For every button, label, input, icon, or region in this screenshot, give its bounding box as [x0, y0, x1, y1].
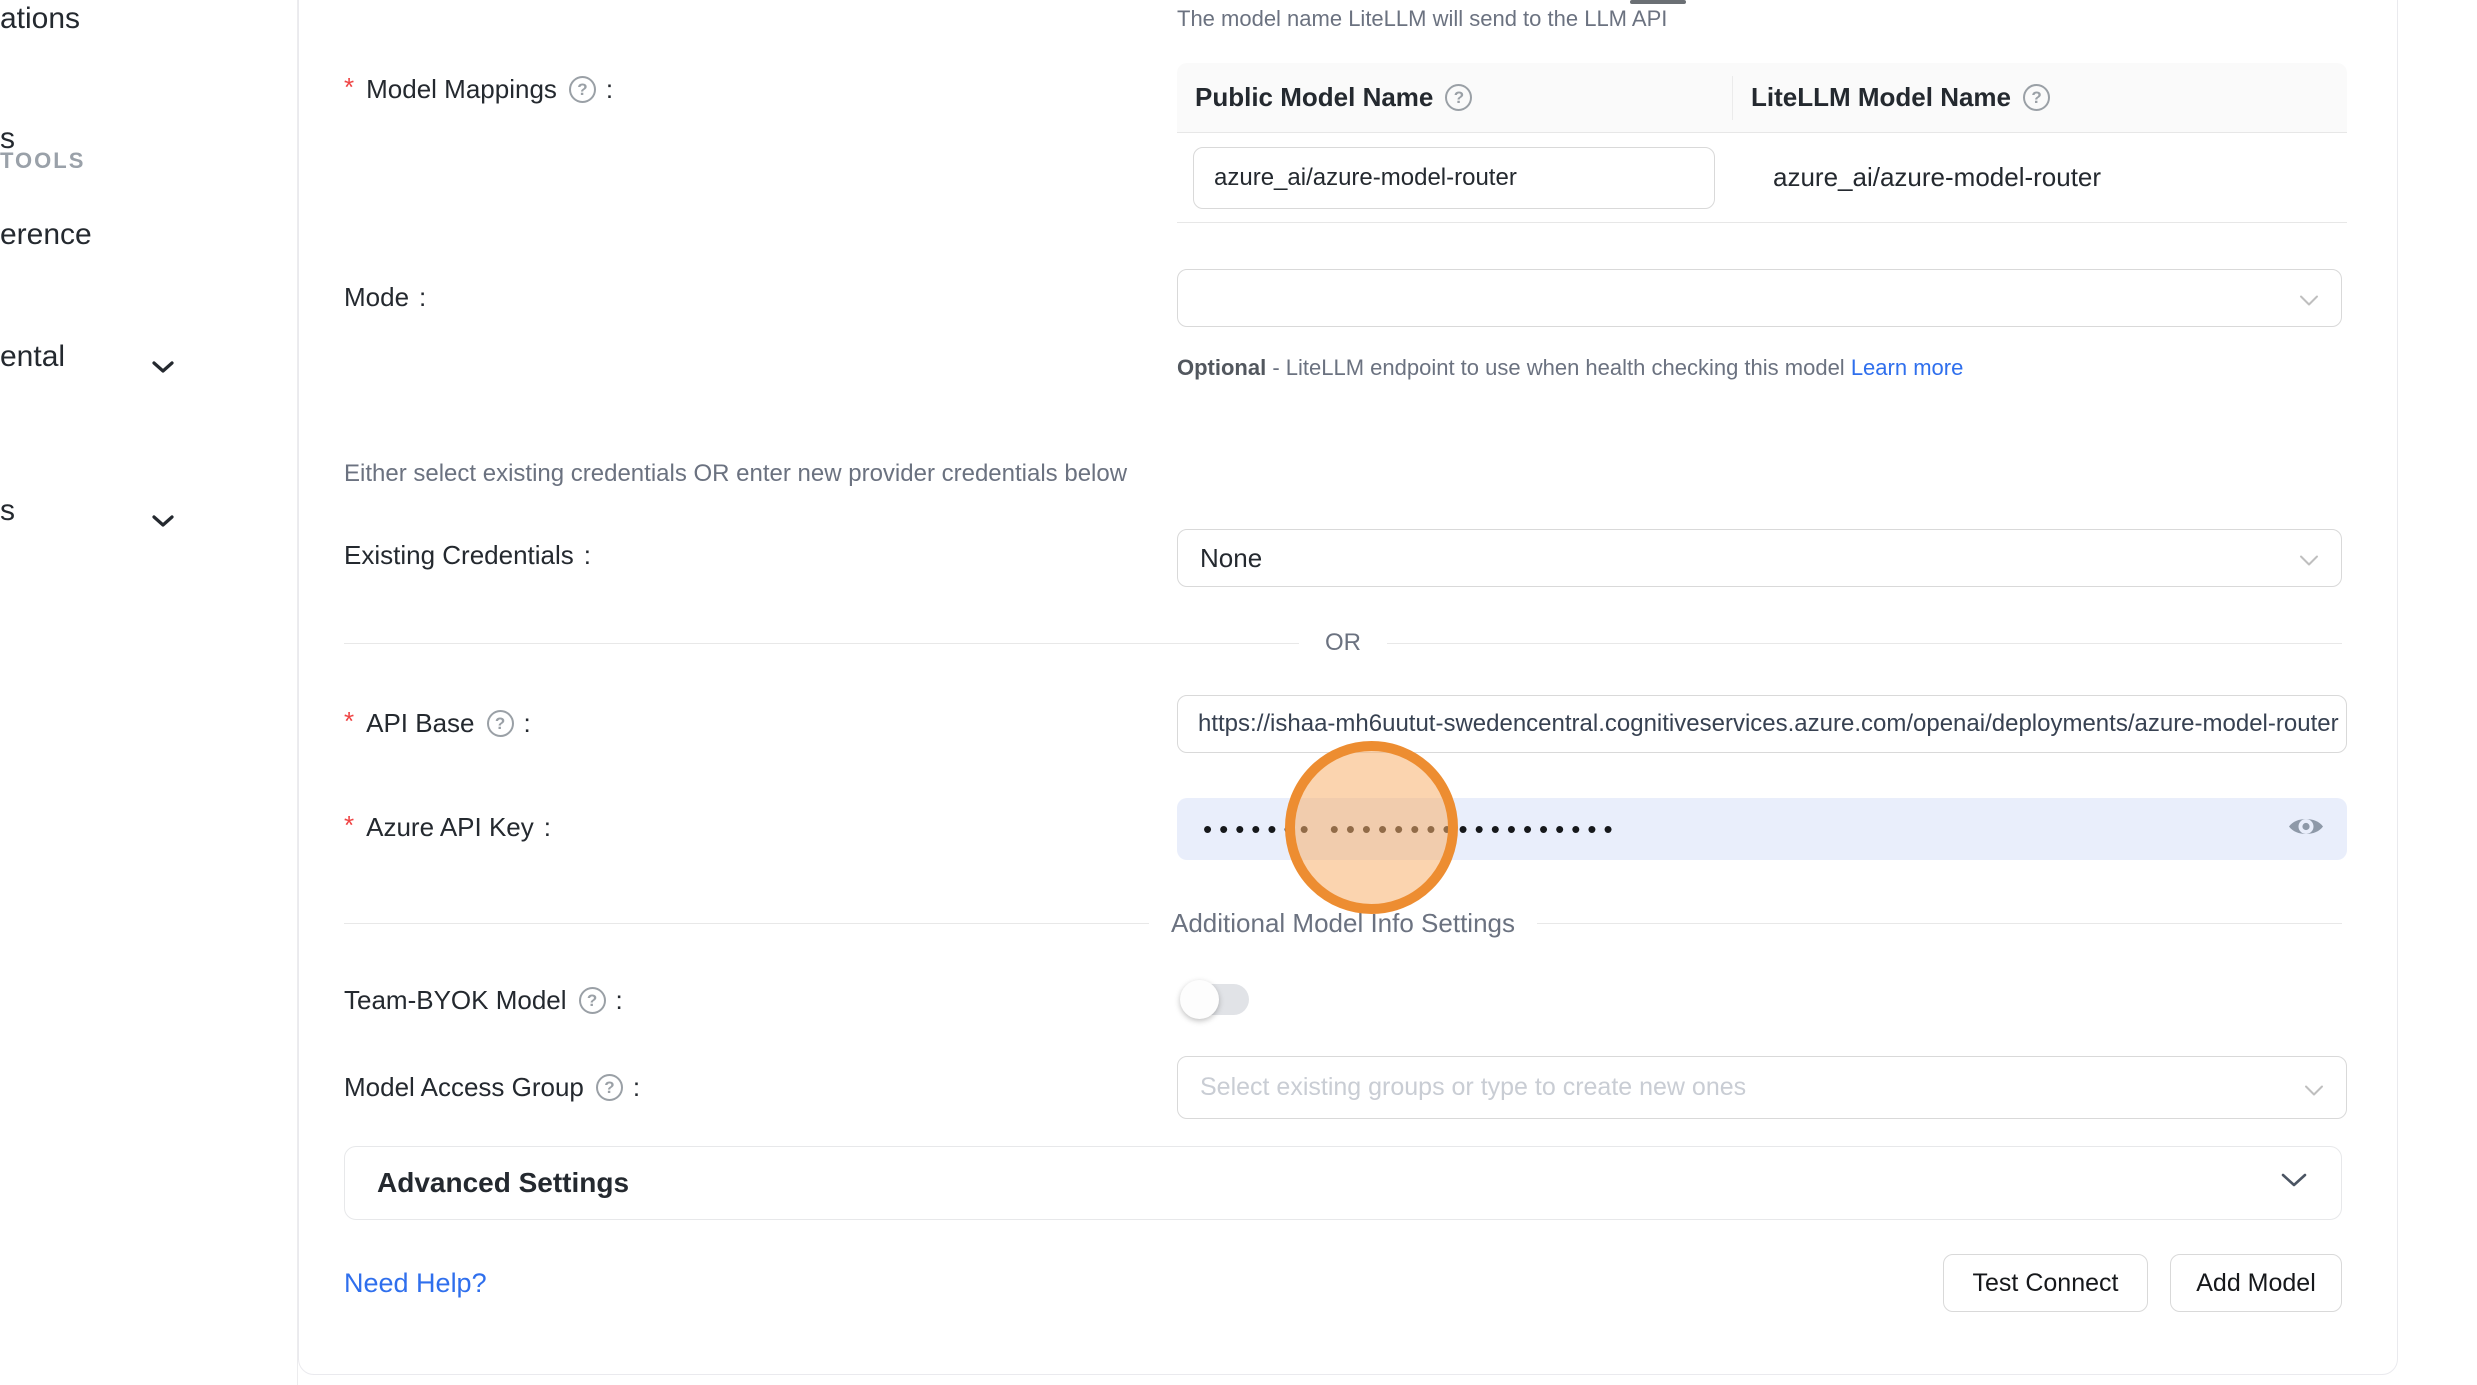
help-question-icon[interactable]: ? [1445, 84, 1472, 111]
required-asterisk: * [344, 706, 354, 737]
model-mappings-table: Public Model Name ? LiteLLM Model Name ?… [1177, 63, 2347, 223]
add-model-page: ations s TOOLS erence ental s The model … [0, 0, 2477, 1385]
help-question-icon[interactable]: ? [487, 710, 514, 737]
test-connect-button[interactable]: Test Connect [1943, 1254, 2148, 1312]
required-asterisk: * [344, 72, 354, 103]
help-question-icon[interactable]: ? [596, 1074, 623, 1101]
help-question-icon[interactable]: ? [579, 987, 606, 1014]
help-question-icon[interactable]: ? [2023, 84, 2050, 111]
help-question-icon[interactable]: ? [569, 76, 596, 103]
chevron-down-icon [2281, 1173, 2307, 1193]
existing-credentials-value: None [1200, 543, 1262, 574]
mode-label: Mode: [344, 282, 426, 313]
model-name-helper-text: The model name LiteLLM will send to the … [1177, 6, 1667, 32]
or-divider: OR [344, 628, 2342, 658]
divider-line [1387, 643, 2342, 644]
api-base-input[interactable]: https://ishaa-mh6uutut-swedencentral.cog… [1177, 695, 2347, 753]
divider-line [1537, 923, 2342, 924]
mode-helper-text: Optional - LiteLLM endpoint to use when … [1177, 348, 1992, 388]
required-asterisk: * [344, 810, 354, 841]
model-access-group-select[interactable]: Select existing groups or type to create… [1177, 1056, 2347, 1119]
model-mappings-label: * Model Mappings ? : [344, 74, 613, 105]
model-access-group-label: Model Access Group ? : [344, 1072, 640, 1103]
learn-more-link[interactable]: Learn more [1851, 355, 1964, 380]
advanced-settings-panel[interactable]: Advanced Settings [344, 1146, 2342, 1220]
toggle-password-visibility-icon[interactable] [2287, 813, 2325, 846]
table-header-row: Public Model Name ? LiteLLM Model Name ? [1177, 63, 2347, 133]
api-base-label: * API Base ? : [344, 708, 531, 739]
advanced-settings-title: Advanced Settings [377, 1167, 629, 1199]
chevron-down-icon [2299, 283, 2319, 314]
existing-credentials-label: Existing Credentials: [344, 540, 591, 571]
column-header-litellm-model-name: LiteLLM Model Name ? [1733, 82, 2347, 113]
existing-credentials-select[interactable]: None [1177, 529, 2342, 587]
table-row: azure_ai/azure-model-router azure_ai/azu… [1177, 133, 2347, 223]
or-divider-text: OR [1299, 629, 1387, 657]
chevron-down-icon [2304, 1072, 2324, 1103]
masked-password-dots: •••••••••••••••••• [1330, 798, 1620, 860]
team-byok-label: Team-BYOK Model ? : [344, 985, 623, 1016]
litellm-model-name-value: azure_ai/azure-model-router [1743, 162, 2101, 193]
divider-line [344, 923, 1149, 924]
divider-line [344, 643, 1299, 644]
additional-settings-divider-text: Additional Model Info Settings [1149, 908, 1537, 939]
need-help-link[interactable]: Need Help? [344, 1268, 487, 1299]
model-access-group-placeholder: Select existing groups or type to create… [1200, 1073, 1746, 1102]
credentials-note: Either select existing credentials OR en… [344, 460, 1127, 488]
mode-select[interactable] [1177, 269, 2342, 327]
team-byok-toggle[interactable] [1183, 984, 1249, 1015]
api-base-value: https://ishaa-mh6uutut-swedencentral.cog… [1198, 710, 2339, 738]
toggle-knob [1180, 980, 1219, 1019]
clipped-content-artifact [1630, 0, 1686, 4]
azure-api-key-input[interactable]: ••••••• •••••••••••••••••• [1177, 798, 2347, 860]
azure-api-key-label: * Azure API Key : [344, 812, 551, 843]
column-header-public-model-name: Public Model Name ? [1177, 76, 1733, 120]
chevron-down-icon [2299, 543, 2319, 574]
public-model-name-input[interactable]: azure_ai/azure-model-router [1193, 147, 1715, 209]
add-model-button[interactable]: Add Model [2170, 1254, 2342, 1312]
masked-password-dots: ••••••• [1203, 798, 1316, 860]
additional-settings-divider: Additional Model Info Settings [344, 906, 2342, 940]
add-model-form: The model name LiteLLM will send to the … [0, 0, 2477, 1385]
